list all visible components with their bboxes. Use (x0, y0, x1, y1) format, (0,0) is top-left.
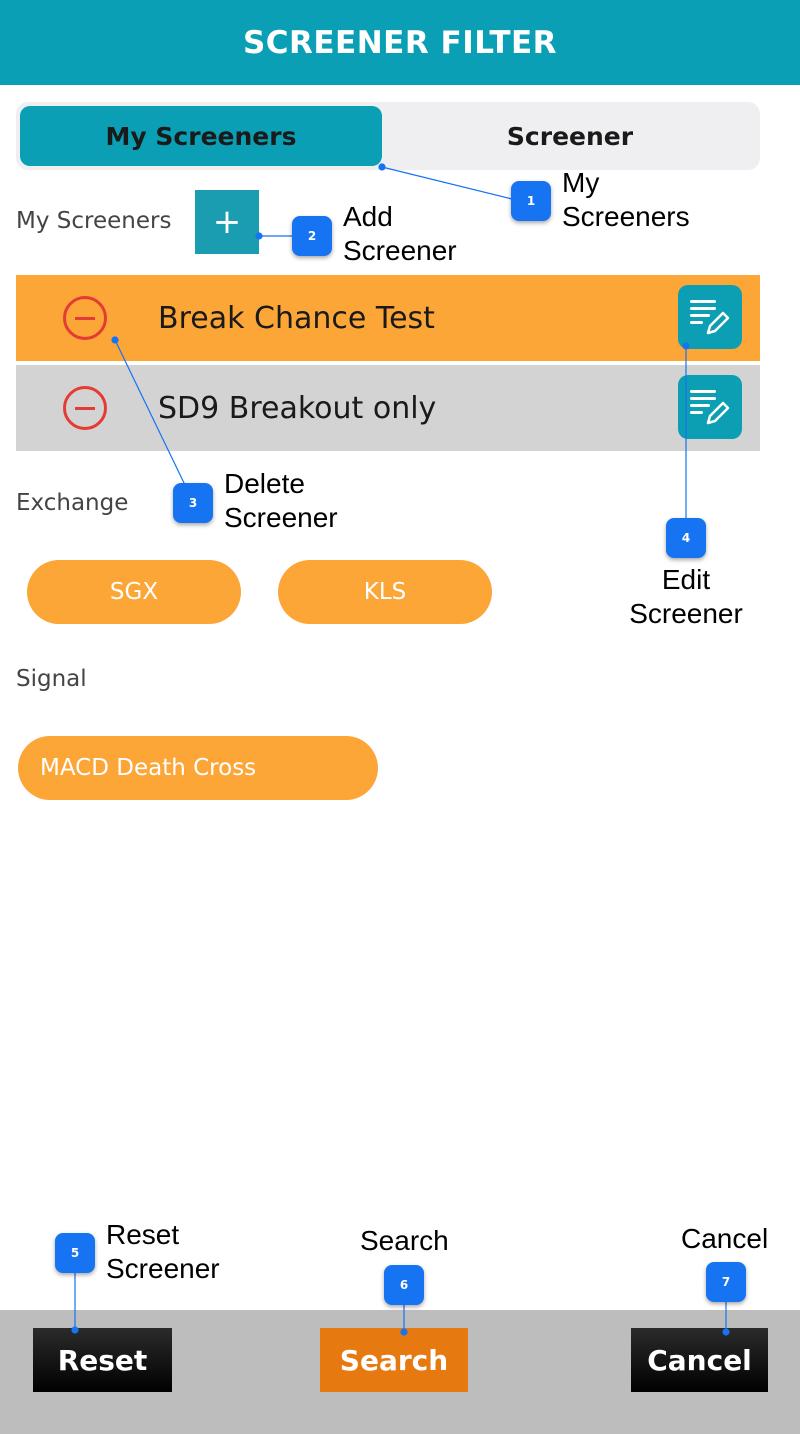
annotation-badge: 6 (384, 1265, 424, 1305)
annotation-label: Reset Screener (106, 1219, 220, 1284)
annotation-badge: 4 (666, 518, 706, 558)
annotation-label: Search (360, 1225, 449, 1256)
annotation-label: Cancel (681, 1223, 769, 1254)
annotation-badge: 7 (706, 1262, 746, 1302)
annotation-badge: 3 (173, 483, 213, 523)
annotation-badge: 1 (511, 181, 551, 221)
annotation-label: Delete Screener (224, 468, 338, 533)
annotation-label: My Screeners (562, 167, 690, 232)
annotation-badge: 5 (55, 1233, 95, 1273)
annotation-badge: 2 (292, 216, 332, 256)
annotation-label: Add Screener (343, 201, 457, 266)
annotation-label: Edit Screener (629, 564, 743, 629)
